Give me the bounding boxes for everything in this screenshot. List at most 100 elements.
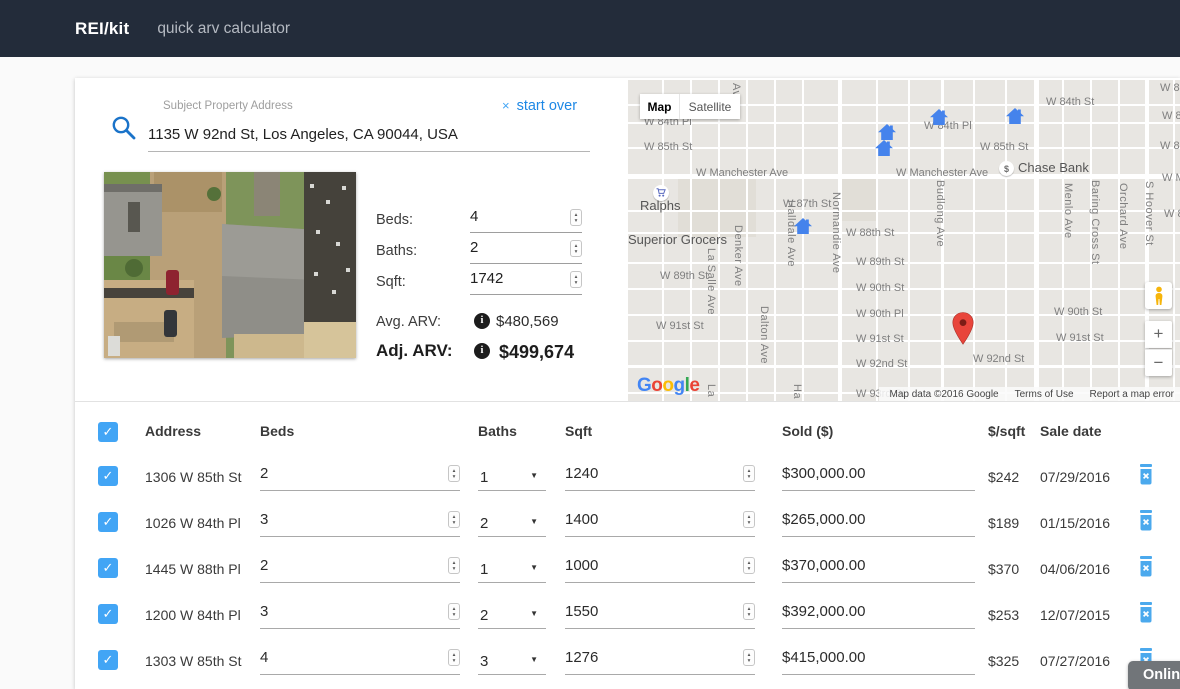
stepper-icon[interactable]: ▴ ▾: [448, 465, 460, 482]
stepper-icon[interactable]: ▴ ▾: [570, 240, 582, 257]
sqft-input[interactable]: [565, 462, 735, 482]
stepper-icon[interactable]: ▴ ▾: [448, 649, 460, 666]
stepper-icon[interactable]: ▴ ▾: [448, 511, 460, 528]
stepper-icon[interactable]: ▴ ▾: [570, 209, 582, 226]
delete-row-button[interactable]: [1137, 510, 1155, 531]
map-street-label: W M: [1162, 172, 1180, 184]
adj-arv-label: Adj. ARV:: [376, 341, 453, 360]
sqft-input[interactable]: [565, 554, 735, 574]
comp-house-marker-icon[interactable]: [930, 109, 948, 125]
stepper-icon[interactable]: ▴ ▾: [448, 557, 460, 574]
select-all-checkbox[interactable]: ✓: [98, 422, 118, 442]
map-street-line: [774, 80, 776, 401]
map-street-label: La: [705, 384, 717, 398]
price-per-sqft: $189: [988, 515, 1020, 531]
row-checkbox[interactable]: ✓: [98, 512, 118, 532]
zoom-out-button[interactable]: −: [1145, 349, 1172, 376]
baths-label: Baths:: [376, 243, 418, 259]
row-checkbox[interactable]: ✓: [98, 650, 118, 670]
sale-date: 07/27/2016: [1040, 653, 1111, 669]
delete-row-button[interactable]: [1137, 464, 1155, 485]
sqft-input[interactable]: [470, 268, 560, 287]
stepper-icon[interactable]: ▴ ▾: [743, 511, 755, 528]
sqft-label: Sqft:: [376, 274, 406, 290]
map-street-line: [1173, 80, 1175, 401]
beds-input[interactable]: [260, 646, 440, 666]
start-over-button[interactable]: × start over: [502, 98, 577, 114]
sold-input[interactable]: [782, 646, 975, 666]
table-row: ✓ 1200 W 84th Pl ▴▾ 2 ▼ ▴▾ $253 12/07/20…: [75, 591, 1180, 637]
comp-house-marker-icon[interactable]: [875, 140, 893, 156]
report-map-error-link[interactable]: Report a map error: [1090, 389, 1174, 400]
sold-input[interactable]: [782, 600, 975, 620]
comp-house-marker-icon[interactable]: [1006, 108, 1024, 124]
baths-input[interactable]: [470, 237, 560, 256]
sqft-input[interactable]: [565, 508, 735, 528]
stepper-icon[interactable]: ▴ ▾: [570, 271, 582, 288]
sqft-field: ▴▾: [565, 554, 755, 583]
stepper-icon[interactable]: ▴ ▾: [743, 603, 755, 620]
row-checkbox[interactable]: ✓: [98, 466, 118, 486]
comps-rows: ✓ 1306 W 85th St ▴▾ 1 ▼ ▴▾ $242 07/29/20…: [75, 453, 1180, 683]
map-data-credit: Map data ©2016 Google: [889, 388, 999, 400]
sqft-input[interactable]: [565, 600, 735, 620]
google-logo: Google: [637, 375, 700, 397]
street-view-pegman-button[interactable]: [1145, 282, 1172, 309]
baths-select[interactable]: 3 ▼: [478, 646, 546, 675]
comp-address: 1306 W 85th St: [145, 469, 242, 485]
stepper-icon[interactable]: ▴ ▾: [743, 465, 755, 482]
subject-address-input[interactable]: [148, 122, 590, 152]
google-map[interactable]: W 84th Pl W 85th St W Manchester Ave W 89th…: [628, 80, 1180, 401]
baths-select[interactable]: 1 ▼: [478, 554, 546, 583]
bank-icon[interactable]: $: [999, 161, 1014, 176]
stepper-icon[interactable]: ▴ ▾: [743, 557, 755, 574]
close-icon: ×: [502, 98, 510, 113]
stepper-icon[interactable]: ▴ ▾: [743, 649, 755, 666]
stepper-icon[interactable]: ▴ ▾: [448, 603, 460, 620]
beds-input[interactable]: [260, 554, 440, 574]
map-street-label: W 85th St: [980, 141, 1029, 153]
sale-date: 04/06/2016: [1040, 561, 1111, 577]
beds-input[interactable]: [260, 462, 440, 482]
zoom-in-button[interactable]: +: [1145, 321, 1172, 348]
baths-select[interactable]: 1 ▼: [478, 462, 546, 491]
row-checkbox[interactable]: ✓: [98, 604, 118, 624]
sale-date: 07/29/2016: [1040, 469, 1111, 485]
comp-address: 1303 W 85th St: [145, 653, 242, 669]
sold-field: [782, 462, 975, 491]
baths-select[interactable]: 2 ▼: [478, 600, 546, 629]
baths-select[interactable]: 2 ▼: [478, 508, 546, 537]
beds-input[interactable]: [470, 206, 560, 225]
map-street-label: Normandie Ave: [830, 192, 842, 274]
map-view-button[interactable]: Map: [640, 94, 680, 119]
grocery-store-icon[interactable]: [653, 185, 669, 201]
search-icon: [112, 116, 136, 140]
chat-status-badge[interactable]: Online: [1128, 661, 1180, 689]
subject-map-pin[interactable]: [952, 312, 974, 346]
map-street-line: [628, 122, 1180, 124]
delete-row-button[interactable]: [1137, 556, 1155, 577]
sold-input[interactable]: [782, 462, 975, 482]
sold-input[interactable]: [782, 508, 975, 528]
info-icon[interactable]: i: [474, 313, 490, 329]
brand-logo: REI/kit: [75, 18, 130, 38]
beds-input[interactable]: [260, 600, 440, 620]
map-street-label: W 92nd St: [856, 358, 908, 370]
chevron-down-icon: ▼: [530, 655, 538, 664]
google-logo-letter: o: [662, 375, 674, 396]
sqft-field: ▴▾: [565, 600, 755, 629]
satellite-view-button[interactable]: Satellite: [680, 94, 740, 119]
row-checkbox[interactable]: ✓: [98, 558, 118, 578]
comp-house-marker-icon[interactable]: [794, 218, 812, 234]
chevron-down-icon: ▼: [530, 471, 538, 480]
sold-input[interactable]: [782, 554, 975, 574]
info-icon[interactable]: i: [474, 343, 490, 359]
map-street-line: [908, 80, 910, 401]
terms-of-use-link[interactable]: Terms of Use: [1015, 389, 1074, 400]
delete-row-button[interactable]: [1137, 602, 1155, 623]
comp-address: 1200 W 84th Pl: [145, 607, 241, 623]
sqft-input[interactable]: [565, 646, 735, 666]
comp-house-marker-icon[interactable]: [878, 124, 896, 140]
beds-field: ▴▾: [260, 462, 460, 491]
beds-input[interactable]: [260, 508, 440, 528]
